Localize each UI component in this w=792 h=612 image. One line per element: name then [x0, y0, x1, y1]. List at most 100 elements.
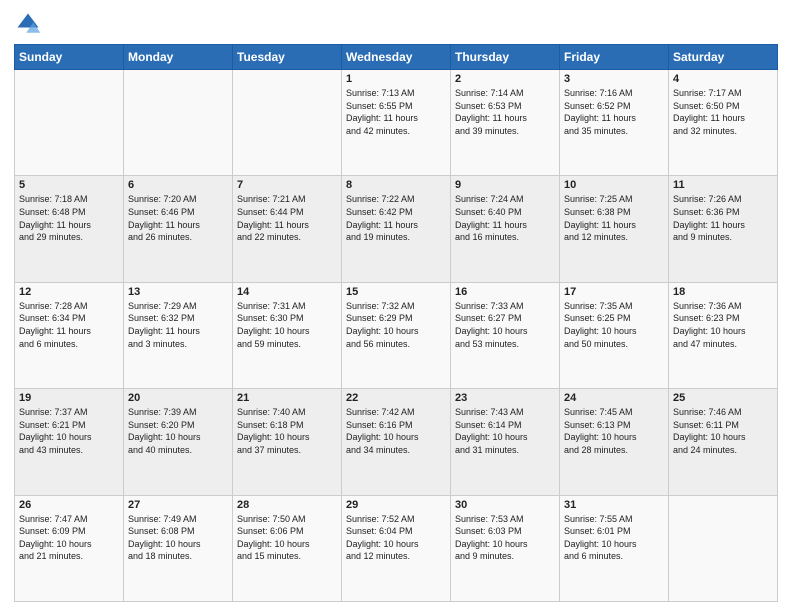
- day-info: Sunrise: 7:39 AM Sunset: 6:20 PM Dayligh…: [128, 406, 228, 456]
- day-number: 10: [564, 179, 664, 191]
- calendar-cell: 9 Sunrise: 7:24 AM Sunset: 6:40 PM Daylig…: [451, 176, 560, 282]
- calendar-cell: 19 Sunrise: 7:37 AM Sunset: 6:21 PM Dayli…: [15, 389, 124, 495]
- week-row-1: 1 Sunrise: 7:13 AM Sunset: 6:55 PM Daylig…: [15, 70, 778, 176]
- day-number: 19: [19, 392, 119, 404]
- calendar-cell: 23 Sunrise: 7:43 AM Sunset: 6:14 PM Dayli…: [451, 389, 560, 495]
- day-info: Sunrise: 7:47 AM Sunset: 6:09 PM Dayligh…: [19, 513, 119, 563]
- calendar-cell: [233, 70, 342, 176]
- day-info: Sunrise: 7:25 AM Sunset: 6:38 PM Dayligh…: [564, 193, 664, 243]
- day-info: Sunrise: 7:36 AM Sunset: 6:23 PM Dayligh…: [673, 300, 773, 350]
- day-info: Sunrise: 7:14 AM Sunset: 6:53 PM Dayligh…: [455, 87, 555, 137]
- day-info: Sunrise: 7:42 AM Sunset: 6:16 PM Dayligh…: [346, 406, 446, 456]
- calendar-cell: 13Sunrise: 7:29 AM Sunset: 6:32 PM Dayli…: [124, 282, 233, 388]
- day-info: Sunrise: 7:46 AM Sunset: 6:11 PM Dayligh…: [673, 406, 773, 456]
- day-info: Sunrise: 7:35 AM Sunset: 6:25 PM Dayligh…: [564, 300, 664, 350]
- week-row-2: 5Sunrise: 7:18 AM Sunset: 6:48 PM Daylig…: [15, 176, 778, 282]
- header: [14, 10, 778, 38]
- calendar-cell: 10 Sunrise: 7:25 AM Sunset: 6:38 PM Dayli…: [560, 176, 669, 282]
- day-info: Sunrise: 7:37 AM Sunset: 6:21 PM Dayligh…: [19, 406, 119, 456]
- day-info: Sunrise: 7:18 AM Sunset: 6:48 PM Dayligh…: [19, 193, 119, 243]
- day-number: 8: [346, 179, 446, 191]
- day-info: Sunrise: 7:49 AM Sunset: 6:08 PM Dayligh…: [128, 513, 228, 563]
- day-number: 12: [19, 286, 119, 298]
- day-number: 22: [346, 392, 446, 404]
- day-number: 3: [564, 73, 664, 85]
- day-number: 16: [455, 286, 555, 298]
- day-number: 20: [128, 392, 228, 404]
- calendar-cell: 11 Sunrise: 7:26 AM Sunset: 6:36 PM Dayli…: [669, 176, 778, 282]
- day-info: Sunrise: 7:20 AM Sunset: 6:46 PM Dayligh…: [128, 193, 228, 243]
- day-number: 23: [455, 392, 555, 404]
- weekday-header-thursday: Thursday: [451, 45, 560, 70]
- calendar-cell: 5Sunrise: 7:18 AM Sunset: 6:48 PM Daylig…: [15, 176, 124, 282]
- calendar-cell: [669, 495, 778, 601]
- day-info: Sunrise: 7:22 AM Sunset: 6:42 PM Dayligh…: [346, 193, 446, 243]
- day-number: 2: [455, 73, 555, 85]
- calendar-cell: 8 Sunrise: 7:22 AM Sunset: 6:42 PM Daylig…: [342, 176, 451, 282]
- calendar-cell: 27Sunrise: 7:49 AM Sunset: 6:08 PM Dayli…: [124, 495, 233, 601]
- calendar-cell: [15, 70, 124, 176]
- weekday-header-sunday: Sunday: [15, 45, 124, 70]
- day-number: 26: [19, 499, 119, 511]
- day-info: Sunrise: 7:33 AM Sunset: 6:27 PM Dayligh…: [455, 300, 555, 350]
- weekday-header-tuesday: Tuesday: [233, 45, 342, 70]
- calendar-cell: 2 Sunrise: 7:14 AM Sunset: 6:53 PM Daylig…: [451, 70, 560, 176]
- day-info: Sunrise: 7:24 AM Sunset: 6:40 PM Dayligh…: [455, 193, 555, 243]
- weekday-header-friday: Friday: [560, 45, 669, 70]
- day-number: 9: [455, 179, 555, 191]
- calendar-cell: 12 Sunrise: 7:28 AM Sunset: 6:34 PM Dayli…: [15, 282, 124, 388]
- day-number: 4: [673, 73, 773, 85]
- day-number: 11: [673, 179, 773, 191]
- day-number: 24: [564, 392, 664, 404]
- day-info: Sunrise: 7:31 AM Sunset: 6:30 PM Dayligh…: [237, 300, 337, 350]
- day-info: Sunrise: 7:13 AM Sunset: 6:55 PM Dayligh…: [346, 87, 446, 137]
- calendar-cell: 20 Sunrise: 7:39 AM Sunset: 6:20 PM Dayli…: [124, 389, 233, 495]
- logo: [14, 10, 44, 38]
- day-number: 31: [564, 499, 664, 511]
- weekday-header-saturday: Saturday: [669, 45, 778, 70]
- day-info: Sunrise: 7:55 AM Sunset: 6:01 PM Dayligh…: [564, 513, 664, 563]
- day-info: Sunrise: 7:53 AM Sunset: 6:03 PM Dayligh…: [455, 513, 555, 563]
- day-info: Sunrise: 7:28 AM Sunset: 6:34 PM Dayligh…: [19, 300, 119, 350]
- day-number: 21: [237, 392, 337, 404]
- day-info: Sunrise: 7:43 AM Sunset: 6:14 PM Dayligh…: [455, 406, 555, 456]
- calendar-cell: 15 Sunrise: 7:32 AM Sunset: 6:29 PM Dayli…: [342, 282, 451, 388]
- calendar-cell: 29Sunrise: 7:52 AM Sunset: 6:04 PM Dayli…: [342, 495, 451, 601]
- logo-icon: [14, 10, 42, 38]
- day-info: Sunrise: 7:52 AM Sunset: 6:04 PM Dayligh…: [346, 513, 446, 563]
- day-number: 6: [128, 179, 228, 191]
- calendar-cell: 18 Sunrise: 7:36 AM Sunset: 6:23 PM Dayli…: [669, 282, 778, 388]
- day-number: 14: [237, 286, 337, 298]
- calendar-cell: 1 Sunrise: 7:13 AM Sunset: 6:55 PM Daylig…: [342, 70, 451, 176]
- calendar-cell: 28 Sunrise: 7:50 AM Sunset: 6:06 PM Dayli…: [233, 495, 342, 601]
- day-info: Sunrise: 7:32 AM Sunset: 6:29 PM Dayligh…: [346, 300, 446, 350]
- day-number: 17: [564, 286, 664, 298]
- day-number: 25: [673, 392, 773, 404]
- day-number: 18: [673, 286, 773, 298]
- calendar-cell: 7 Sunrise: 7:21 AM Sunset: 6:44 PM Daylig…: [233, 176, 342, 282]
- calendar-cell: 17 Sunrise: 7:35 AM Sunset: 6:25 PM Dayli…: [560, 282, 669, 388]
- weekday-header-wednesday: Wednesday: [342, 45, 451, 70]
- calendar-cell: 3 Sunrise: 7:16 AM Sunset: 6:52 PM Daylig…: [560, 70, 669, 176]
- day-number: 7: [237, 179, 337, 191]
- calendar-cell: 25 Sunrise: 7:46 AM Sunset: 6:11 PM Dayli…: [669, 389, 778, 495]
- week-row-5: 26 Sunrise: 7:47 AM Sunset: 6:09 PM Dayli…: [15, 495, 778, 601]
- day-number: 28: [237, 499, 337, 511]
- day-info: Sunrise: 7:26 AM Sunset: 6:36 PM Dayligh…: [673, 193, 773, 243]
- day-info: Sunrise: 7:21 AM Sunset: 6:44 PM Dayligh…: [237, 193, 337, 243]
- calendar-cell: 30 Sunrise: 7:53 AM Sunset: 6:03 PM Dayli…: [451, 495, 560, 601]
- day-number: 1: [346, 73, 446, 85]
- day-number: 15: [346, 286, 446, 298]
- day-info: Sunrise: 7:16 AM Sunset: 6:52 PM Dayligh…: [564, 87, 664, 137]
- day-info: Sunrise: 7:17 AM Sunset: 6:50 PM Dayligh…: [673, 87, 773, 137]
- day-number: 30: [455, 499, 555, 511]
- calendar-cell: 14 Sunrise: 7:31 AM Sunset: 6:30 PM Dayli…: [233, 282, 342, 388]
- calendar-cell: 22 Sunrise: 7:42 AM Sunset: 6:16 PM Dayli…: [342, 389, 451, 495]
- calendar-cell: 31 Sunrise: 7:55 AM Sunset: 6:01 PM Dayli…: [560, 495, 669, 601]
- calendar-cell: [124, 70, 233, 176]
- calendar-cell: 21Sunrise: 7:40 AM Sunset: 6:18 PM Dayli…: [233, 389, 342, 495]
- calendar-cell: 24Sunrise: 7:45 AM Sunset: 6:13 PM Dayli…: [560, 389, 669, 495]
- calendar-table: SundayMondayTuesdayWednesdayThursdayFrid…: [14, 44, 778, 602]
- day-info: Sunrise: 7:50 AM Sunset: 6:06 PM Dayligh…: [237, 513, 337, 563]
- weekday-header-monday: Monday: [124, 45, 233, 70]
